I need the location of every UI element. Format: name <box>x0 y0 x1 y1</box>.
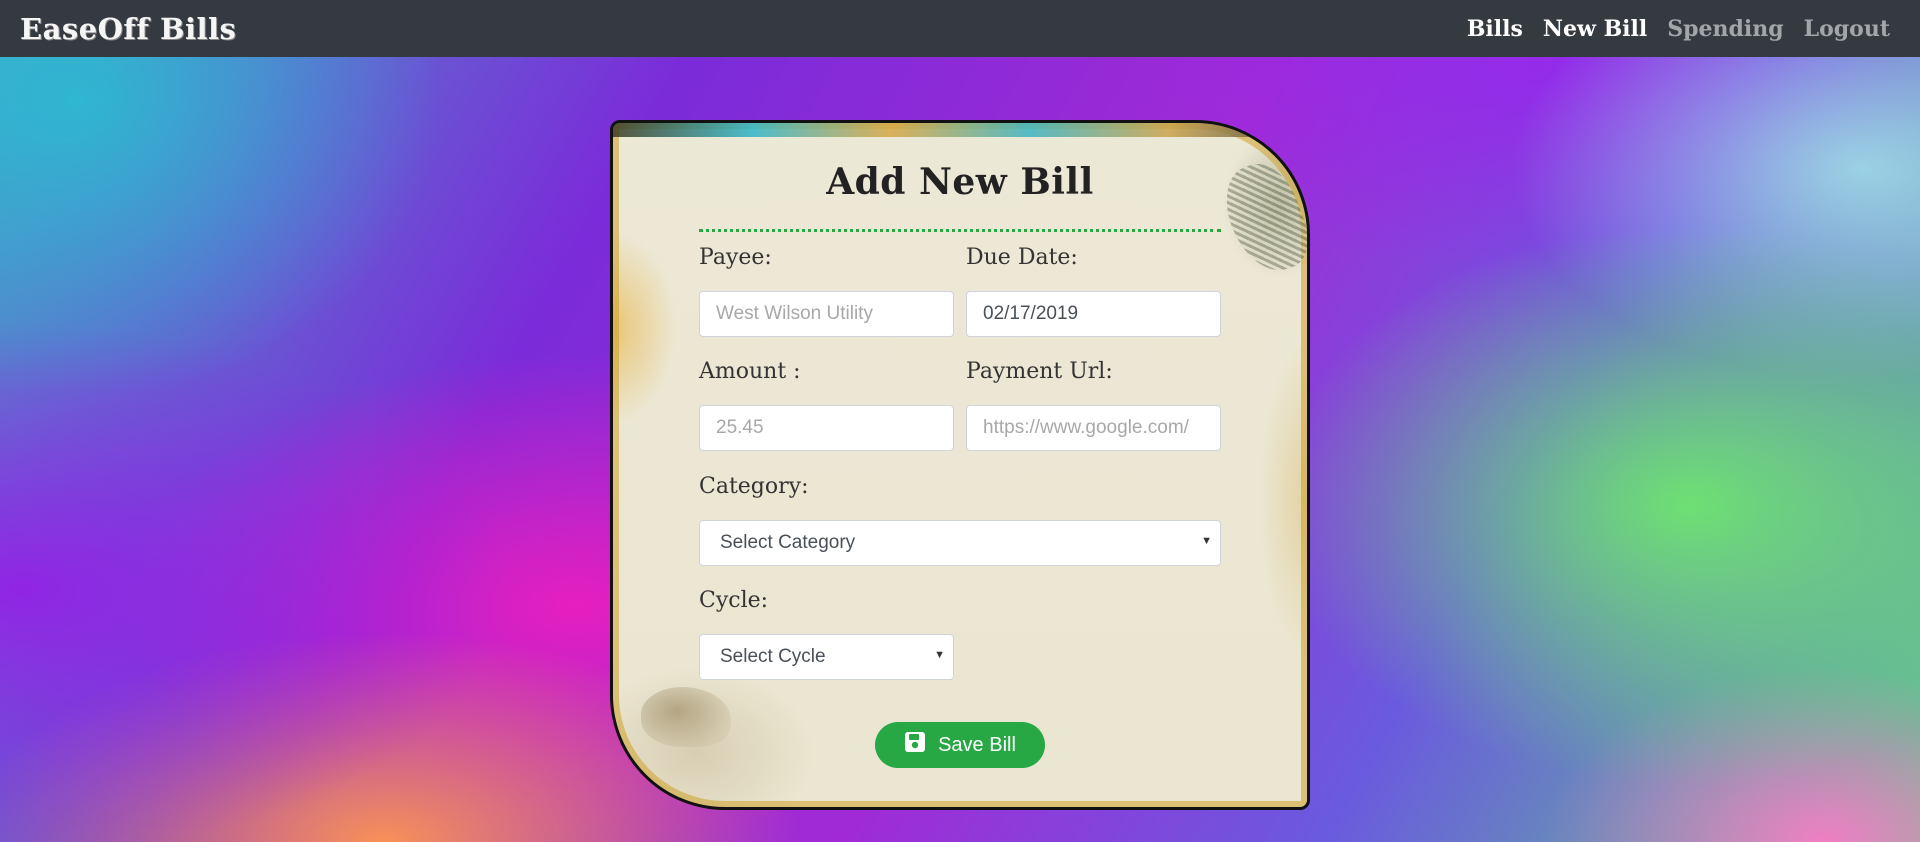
category-select-value: Select Category <box>720 532 856 553</box>
category-select[interactable]: Select Category ▼ <box>699 520 1221 566</box>
nav-logout[interactable]: Logout <box>1804 16 1890 42</box>
caret-down-icon: ▼ <box>1201 535 1212 547</box>
card-decoration-strip <box>613 123 1307 137</box>
form-title: Add New Bill <box>826 161 1094 203</box>
bird-decoration <box>641 687 731 747</box>
due-date-input[interactable] <box>966 291 1221 337</box>
floppy-disk-icon <box>904 731 926 759</box>
due-date-label: Due Date: <box>966 245 1078 270</box>
amount-input[interactable] <box>699 405 954 451</box>
save-bill-label: Save Bill <box>938 733 1016 756</box>
add-bill-card: Add New Bill Payee: Due Date: Amount : P… <box>610 120 1310 810</box>
brand-logo[interactable]: EaseOff Bills <box>20 12 236 46</box>
payment-url-input[interactable] <box>966 405 1221 451</box>
nav-bills[interactable]: Bills <box>1467 16 1523 42</box>
title-divider <box>699 229 1221 232</box>
cycle-select-value: Select Cycle <box>720 646 826 667</box>
save-bill-button[interactable]: Save Bill <box>875 722 1045 768</box>
top-navbar: EaseOff Bills Bills New Bill Spending Lo… <box>0 0 1920 57</box>
nav-links: Bills New Bill Spending Logout <box>1467 16 1890 42</box>
caret-down-icon: ▼ <box>934 649 945 661</box>
category-label: Category: <box>699 474 809 499</box>
nav-new-bill[interactable]: New Bill <box>1543 16 1647 42</box>
cycle-label: Cycle: <box>699 588 769 613</box>
payee-input[interactable] <box>699 291 954 337</box>
amount-label: Amount : <box>699 359 801 384</box>
nav-spending[interactable]: Spending <box>1667 16 1783 42</box>
payment-url-label: Payment Url: <box>966 359 1113 384</box>
payee-label: Payee: <box>699 245 772 270</box>
cycle-select[interactable]: Select Cycle ▼ <box>699 634 954 680</box>
